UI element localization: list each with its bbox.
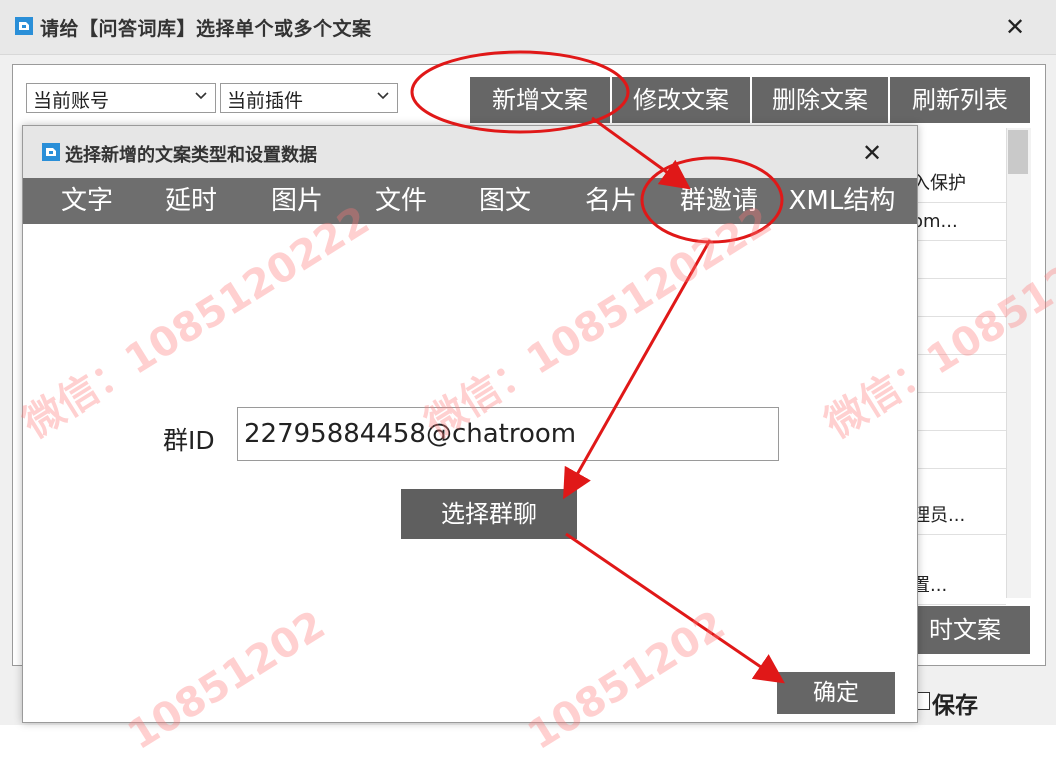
chevron-down-icon	[195, 92, 207, 100]
list-item[interactable]	[912, 394, 1006, 431]
choose-group-button[interactable]: 选择群聊	[401, 489, 577, 539]
list-scrollbar[interactable]	[1006, 128, 1031, 598]
tab-delay[interactable]: 延时	[139, 178, 243, 224]
list-item[interactable]: 理员...	[912, 498, 1006, 535]
group-id-input[interactable]	[237, 407, 779, 461]
plugin-combo[interactable]: 当前插件	[220, 83, 398, 113]
chevron-down-icon	[377, 92, 389, 100]
app-icon	[15, 17, 33, 35]
group-id-label: 群ID	[163, 426, 215, 455]
list-item[interactable]	[912, 242, 1006, 279]
list-item[interactable]: om...	[912, 204, 1006, 241]
list-item[interactable]: 入保护	[912, 166, 1006, 203]
edit-copy-button[interactable]: 修改文案	[612, 77, 750, 123]
list-scroll-thumb[interactable]	[1008, 130, 1028, 174]
confirm-button[interactable]: 确定	[777, 672, 895, 714]
account-combo-value: 当前账号	[33, 90, 110, 112]
timed-copy-button[interactable]: 时文案	[900, 606, 1030, 654]
list-item[interactable]: 置...	[912, 568, 1006, 605]
dialog-close-icon[interactable]: ✕	[855, 136, 889, 170]
delete-copy-button[interactable]: 删除文案	[752, 77, 888, 123]
dialog-title: 选择新增的文案类型和设置数据	[65, 145, 317, 166]
account-combo[interactable]: 当前账号	[26, 83, 216, 113]
tab-text[interactable]: 文字	[35, 178, 139, 224]
tab-xml[interactable]: XML结构	[779, 178, 905, 224]
outer-close-icon[interactable]: ✕	[998, 10, 1032, 44]
app-icon	[42, 143, 60, 161]
outer-window-title: 请给【问答词库】选择单个或多个文案	[40, 18, 372, 40]
list-item[interactable]	[912, 432, 1006, 469]
plugin-combo-value: 当前插件	[227, 90, 304, 112]
refresh-list-button[interactable]: 刷新列表	[890, 77, 1030, 123]
tab-rich-text[interactable]: 图文	[453, 178, 557, 224]
save-label[interactable]: 保存	[932, 686, 978, 720]
add-copy-button[interactable]: 新增文案	[470, 77, 610, 123]
tab-card[interactable]: 名片	[559, 178, 663, 224]
